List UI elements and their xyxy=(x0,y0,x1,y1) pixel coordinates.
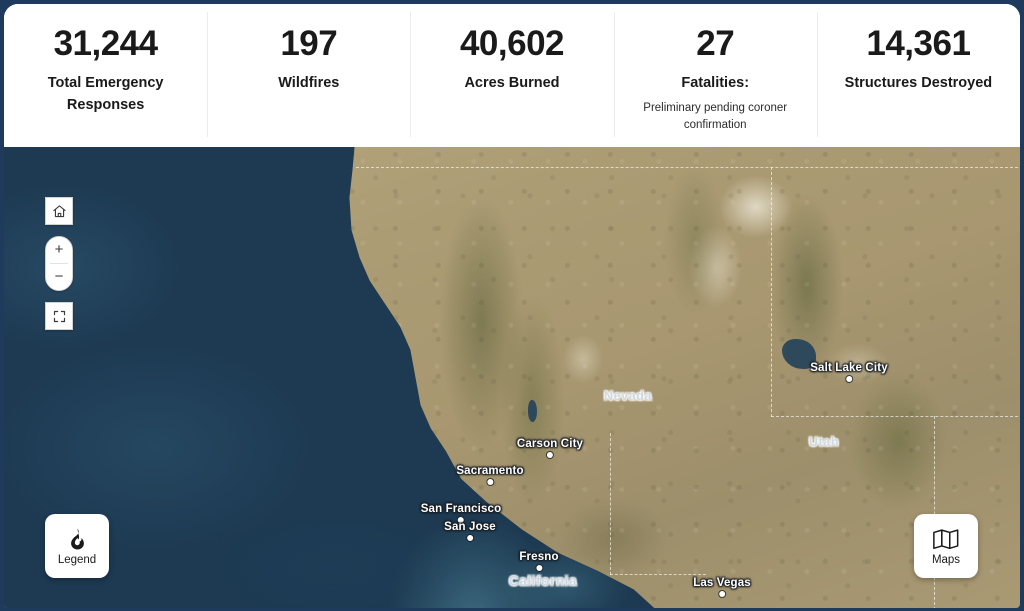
statistics-bar: 31,244 Total Emergency Responses 197 Wil… xyxy=(4,4,1020,147)
stat-value: 31,244 xyxy=(53,24,159,63)
dashboard-frame: 31,244 Total Emergency Responses 197 Wil… xyxy=(4,4,1020,608)
zoom-control: + − xyxy=(45,236,73,291)
maps-button-label: Maps xyxy=(931,553,961,566)
stat-value: 197 xyxy=(280,24,338,63)
stat-card-structures-destroyed: 14,361 Structures Destroyed xyxy=(816,4,1020,147)
state-border-north xyxy=(356,167,1020,168)
state-border-arizona-newmexico xyxy=(934,416,935,608)
dashboard-root: 31,244 Total Emergency Responses 197 Wil… xyxy=(0,0,1024,611)
expand-icon xyxy=(53,310,65,322)
zoom-out-button[interactable]: − xyxy=(46,264,72,290)
legend-button[interactable]: Legend xyxy=(45,514,109,578)
stat-label: Total Emergency Responses xyxy=(47,74,164,113)
stat-card-acres-burned: 40,602 Acres Burned xyxy=(410,4,613,147)
stat-label: Acres Burned xyxy=(464,74,560,91)
stat-value: 14,361 xyxy=(866,24,971,63)
folded-map-icon xyxy=(932,527,960,550)
map-landmass xyxy=(349,147,1020,608)
home-icon xyxy=(52,204,66,217)
stat-label: Wildfires xyxy=(278,74,340,91)
lake-tahoe xyxy=(528,400,537,422)
maps-button[interactable]: Maps xyxy=(914,514,978,578)
wildfire-map[interactable]: Salt Lake City Carson City Sacramento Sa… xyxy=(4,147,1020,608)
legend-button-label: Legend xyxy=(57,553,97,566)
zoom-in-button[interactable]: + xyxy=(46,237,72,263)
stat-label: Structures Destroyed xyxy=(844,74,993,91)
home-button[interactable] xyxy=(45,197,73,225)
stat-card-fatalities: 27 Fatalities: Preliminary pending coron… xyxy=(613,4,817,147)
stat-card-wildfires: 197 Wildfires xyxy=(207,4,410,147)
stat-label: Fatalities: xyxy=(681,74,750,91)
state-border-nevada-utah xyxy=(771,167,772,417)
state-border-california-arizona xyxy=(610,574,706,575)
map-basemap-imagery xyxy=(4,147,1020,608)
map-terrain-texture xyxy=(349,147,1020,608)
fullscreen-button[interactable] xyxy=(45,302,73,330)
flame-icon xyxy=(67,527,88,550)
map-control-stack: + − xyxy=(45,197,73,330)
state-border-utah-arizona xyxy=(771,416,1020,417)
stat-value: 27 xyxy=(696,24,735,63)
state-border-california-nevada xyxy=(610,433,611,575)
stat-note: Preliminary pending coroner confirmation xyxy=(643,101,788,132)
stat-card-total-emergency-responses: 31,244 Total Emergency Responses xyxy=(4,4,207,147)
stat-value: 40,602 xyxy=(459,24,565,63)
